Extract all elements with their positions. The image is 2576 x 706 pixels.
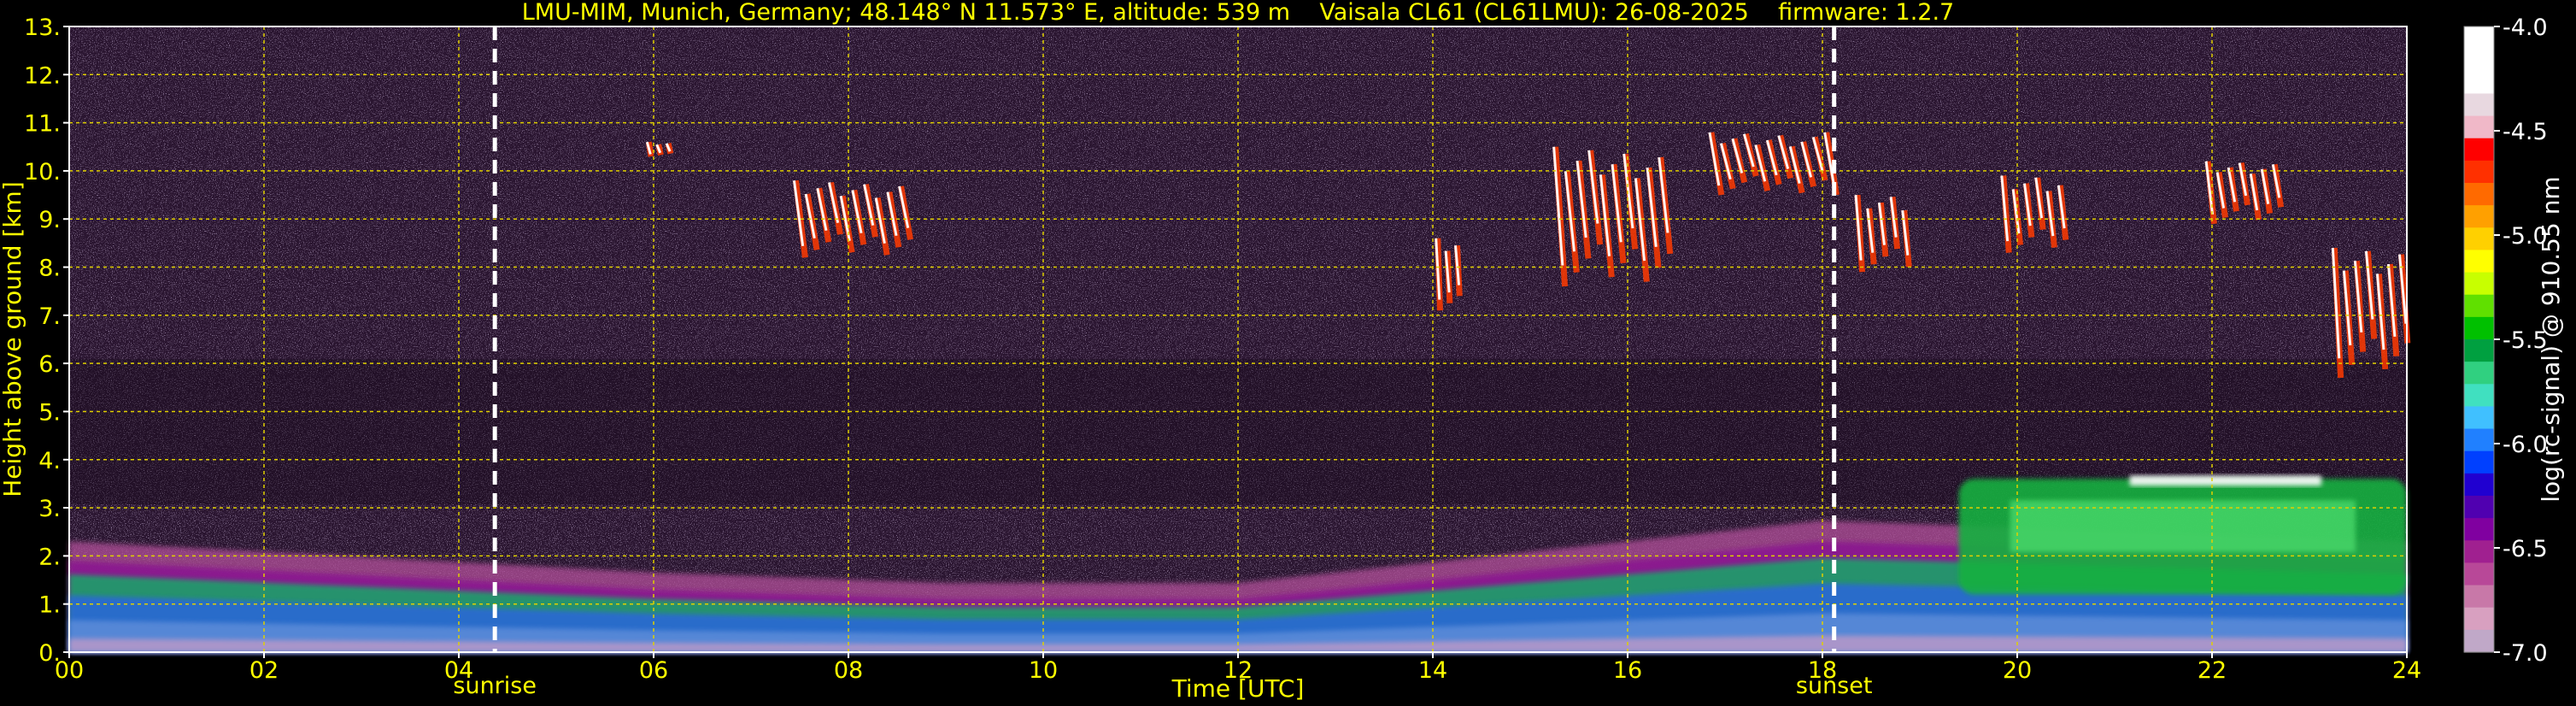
colorbar-segment — [2464, 26, 2494, 50]
colorbar-segment — [2464, 93, 2494, 117]
sunrise-label: sunrise — [453, 673, 537, 699]
colorbar-segment — [2464, 540, 2494, 564]
sunset-label: sunset — [1796, 673, 1873, 699]
y-tick-label: 9. — [38, 207, 61, 233]
colorbar-segment — [2464, 272, 2494, 296]
colorbar-segment — [2464, 160, 2494, 184]
colorbar-segment — [2464, 227, 2494, 251]
colorbar-segment — [2464, 362, 2494, 385]
colorbar-label: log(rc-signal) @ 910.55 nm — [2537, 176, 2565, 502]
y-tick-label: 1. — [38, 592, 61, 619]
colorbar-tick-label: -6.5 — [2503, 536, 2548, 562]
x-tick-label: 22 — [2198, 657, 2227, 684]
x-axis-label: Time [UTC] — [1171, 674, 1305, 703]
colorbar-segment — [2464, 607, 2494, 631]
y-tick-label: 12. — [24, 62, 61, 89]
x-tick-label: 14 — [1418, 657, 1447, 684]
y-tick-label: 11. — [24, 111, 61, 138]
colorbar-segment — [2464, 115, 2494, 139]
colorbar-segment — [2464, 406, 2494, 430]
colorbar-tick-label: -4.0 — [2503, 15, 2548, 41]
y-tick-label: 2. — [38, 544, 61, 570]
ceilometer-chart: 00 02 04 06 08 10 12 14 16 18 20 22 24sunrise sunset … — [0, 0, 2565, 703]
y-axis-ticks: 0. 1. 2. 3. 4. 5. 6. 7. 8. 9. 10. 11. 12. 13. — [24, 15, 69, 667]
y-tick-label: 7. — [38, 303, 61, 330]
colorbar — [2464, 26, 2494, 653]
colorbar-segment — [2464, 138, 2494, 162]
colorbar-segment — [2464, 294, 2494, 318]
colorbar-segment — [2464, 496, 2494, 519]
colorbar-tick-label: -4.5 — [2503, 119, 2548, 145]
x-tick-label: 02 — [249, 657, 279, 684]
colorbar-segment — [2464, 49, 2494, 72]
y-tick-label: 6. — [38, 351, 61, 378]
colorbar-segment — [2464, 518, 2494, 541]
y-tick-label: 13. — [24, 15, 61, 41]
colorbar-segment — [2464, 71, 2494, 95]
y-tick-label: 8. — [38, 256, 61, 282]
colorbar-segment — [2464, 428, 2494, 452]
x-tick-label: 16 — [1613, 657, 1642, 684]
y-tick-label: 0. — [38, 640, 61, 667]
chart-title: LMU-MIM, Munich, Germany; 48.148° N 11.5… — [522, 0, 1955, 26]
colorbar-segment — [2464, 316, 2494, 340]
colorbar-segment — [2464, 629, 2494, 653]
colorbar-tick-label: -7.0 — [2503, 640, 2548, 667]
colorbar-segment — [2464, 250, 2494, 274]
colorbar-segment — [2464, 339, 2494, 362]
y-tick-label: 10. — [24, 159, 61, 185]
colorbar-segment — [2464, 473, 2494, 497]
x-tick-label: 08 — [834, 657, 863, 684]
plot-area — [69, 26, 2411, 652]
colorbar-segment — [2464, 450, 2494, 474]
y-tick-label: 5. — [38, 399, 61, 426]
colorbar-segment — [2464, 183, 2494, 206]
colorbar-segment — [2464, 562, 2494, 586]
x-tick-label: 06 — [639, 657, 668, 684]
y-axis-label: Height above ground [km] — [0, 181, 26, 497]
y-tick-label: 4. — [38, 448, 61, 474]
colorbar-segment — [2464, 585, 2494, 609]
colorbar-segment — [2464, 205, 2494, 228]
y-tick-label: 3. — [38, 496, 61, 522]
x-tick-label: 24 — [2392, 657, 2421, 684]
colorbar-segment — [2464, 384, 2494, 408]
x-tick-label: 20 — [2003, 657, 2032, 684]
residual-layer-top — [2129, 475, 2321, 486]
x-tick-label: 10 — [1029, 657, 1058, 684]
